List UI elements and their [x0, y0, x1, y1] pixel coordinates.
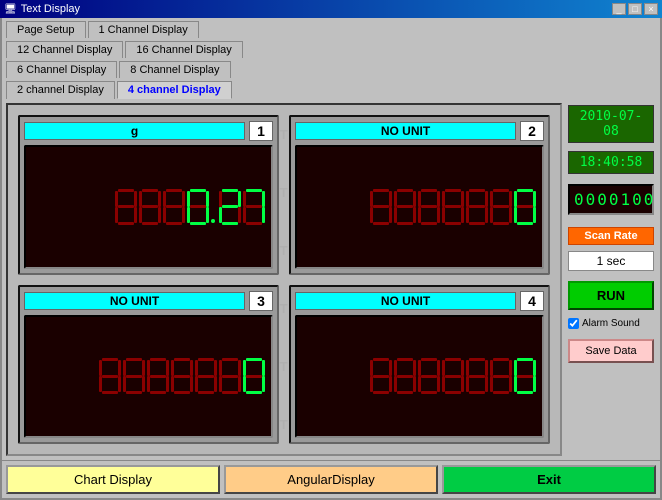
digit [514, 358, 536, 394]
angular-display-button[interactable]: AngularDisplay [224, 465, 438, 494]
digit [139, 189, 161, 225]
channel-3-display: NO UNIT 3 [18, 285, 279, 445]
channel-3-led [24, 315, 273, 439]
tab-1-channel[interactable]: 1 Channel Display [88, 21, 199, 38]
minimize-button[interactable]: _ [612, 3, 626, 15]
exit-button[interactable]: Exit [442, 465, 656, 494]
digit [514, 189, 536, 225]
bottom-bar: Chart Display AngularDisplay Exit [2, 460, 660, 498]
save-data-button[interactable]: Save Data [568, 339, 654, 363]
chart-display-button[interactable]: Chart Display [6, 465, 220, 494]
digit [442, 189, 464, 225]
scan-rate-value[interactable]: 1 sec [568, 251, 654, 271]
channel-4-header: NO UNIT 4 [295, 291, 544, 311]
digit [187, 189, 209, 225]
channel-2-unit: NO UNIT [295, 122, 516, 140]
digit [123, 358, 145, 394]
tab-row-2: 12 Channel Display 16 Channel Display [2, 38, 660, 58]
digit [394, 358, 416, 394]
title-bar: 🖥 Text Display _ □ × [0, 0, 662, 18]
digit [147, 358, 169, 394]
digit [219, 189, 241, 225]
tab-row-1: Page Setup 1 Channel Display [2, 18, 660, 38]
channel-2-number: 2 [520, 121, 544, 141]
digit [163, 189, 185, 225]
tab-row-4: 2 channel Display 4 channel Display [2, 78, 660, 99]
run-button[interactable]: RUN [568, 281, 654, 310]
digit [99, 358, 121, 394]
channel-1-unit: g [24, 122, 245, 140]
digit [195, 358, 217, 394]
channel-3-number: 3 [249, 291, 273, 311]
digit [490, 189, 512, 225]
left-panel: LEGATOOL LEGATOOL LEGATOOL LEGATOOL LEGA… [6, 103, 562, 456]
channel-1-number: 1 [249, 121, 273, 141]
alarm-label: Alarm Sound [582, 318, 640, 329]
channel-1-display: g 1 [18, 115, 279, 275]
digit [466, 189, 488, 225]
channel-4-unit: NO UNIT [295, 292, 516, 310]
window-icon: 🖥 [4, 4, 17, 15]
right-panel: 2010-07-08 18:40:58 0000100 Scan Rate 1 … [566, 103, 656, 456]
digit [370, 358, 392, 394]
tab-page-setup[interactable]: Page Setup [6, 21, 86, 38]
decimal-point [211, 189, 217, 225]
digit [394, 189, 416, 225]
tab-4-channel[interactable]: 4 channel Display [117, 81, 232, 99]
channel-2-display: NO UNIT 2 [289, 115, 550, 275]
counter-display: 0000100 [568, 184, 654, 215]
channel-2-led [295, 145, 544, 269]
close-button[interactable]: × [644, 3, 658, 15]
tab-6-channel[interactable]: 6 Channel Display [6, 61, 117, 78]
window-controls: _ □ × [612, 3, 658, 15]
digit [418, 189, 440, 225]
channel-1-header: g 1 [24, 121, 273, 141]
tab-16-channel[interactable]: 16 Channel Display [125, 41, 242, 58]
alarm-checkbox[interactable] [568, 318, 579, 329]
date-display: 2010-07-08 [568, 105, 654, 143]
digit [490, 358, 512, 394]
maximize-button[interactable]: □ [628, 3, 642, 15]
digit [418, 358, 440, 394]
channel-1-led [24, 145, 273, 269]
digit [370, 189, 392, 225]
tab-row-3: 6 Channel Display 8 Channel Display [2, 58, 660, 78]
alarm-row: Alarm Sound [568, 318, 654, 329]
tab-2-channel[interactable]: 2 channel Display [6, 81, 115, 99]
digit [243, 189, 265, 225]
time-display: 18:40:58 [568, 151, 654, 174]
digit [219, 358, 241, 394]
digit [171, 358, 193, 394]
channel-4-number: 4 [520, 291, 544, 311]
channel-2-header: NO UNIT 2 [295, 121, 544, 141]
main-window: Page Setup 1 Channel Display 12 Channel … [0, 18, 662, 500]
digit [115, 189, 137, 225]
digit [442, 358, 464, 394]
digit [243, 358, 265, 394]
content-area: LEGATOOL LEGATOOL LEGATOOL LEGATOOL LEGA… [2, 99, 660, 460]
tab-8-channel[interactable]: 8 Channel Display [119, 61, 230, 78]
channel-grid: g 1 [18, 115, 550, 444]
digit [466, 358, 488, 394]
channel-4-led [295, 315, 544, 439]
tab-12-channel[interactable]: 12 Channel Display [6, 41, 123, 58]
channel-3-header: NO UNIT 3 [24, 291, 273, 311]
title-text: Text Display [21, 3, 80, 15]
scan-rate-label: Scan Rate [568, 227, 654, 245]
channel-4-display: NO UNIT 4 [289, 285, 550, 445]
channel-3-unit: NO UNIT [24, 292, 245, 310]
